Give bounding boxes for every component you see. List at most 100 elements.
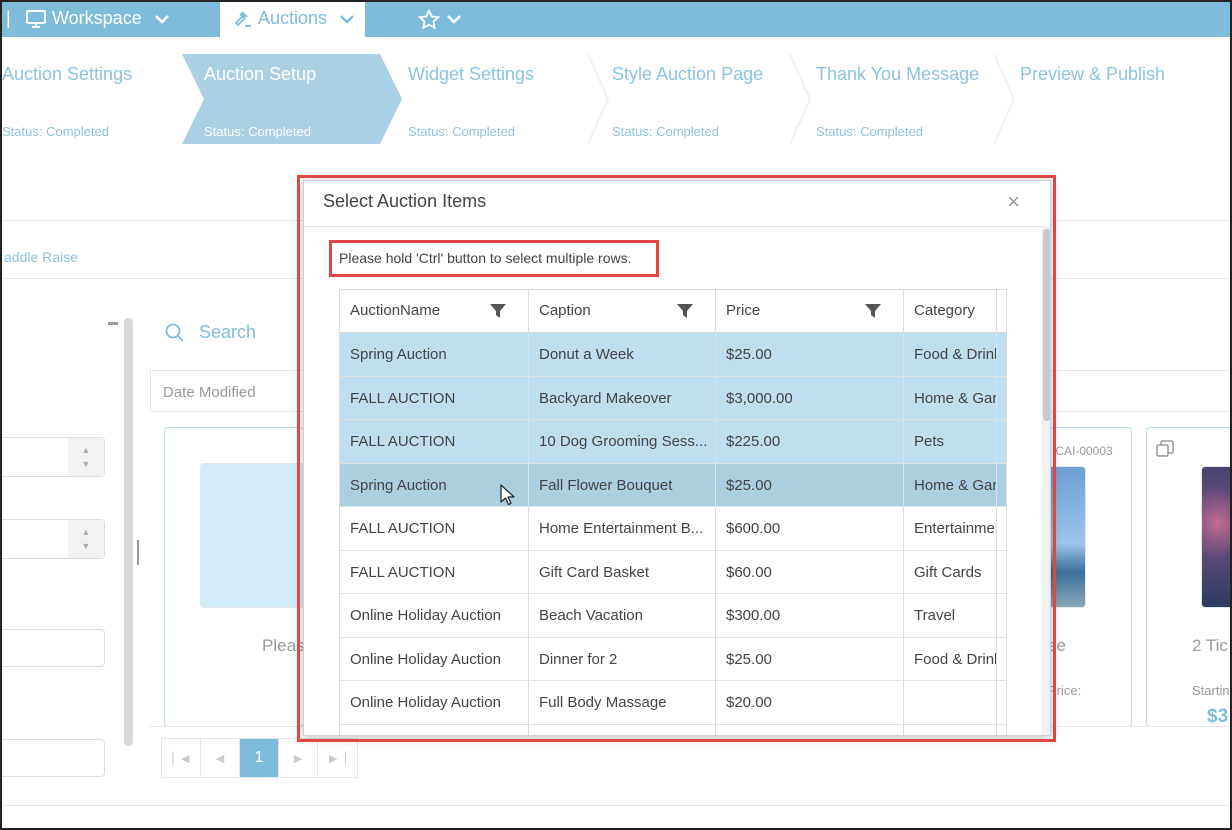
table-row[interactable]: FALL AUCTION Gift Card Basket $60.00 Gift C… [340, 550, 1006, 594]
filter-panel: ▲ ▼ ▲ ▼ [0, 300, 135, 777]
grid-cell-category: Entertainment [904, 507, 997, 550]
table-row[interactable]: Online Holiday Auction Full Body Massage $… [340, 681, 1006, 725]
item-image [200, 463, 310, 608]
step-status: Status: Completed [2, 124, 109, 139]
grid-cell-caption: Full Body Massage [529, 681, 716, 724]
nav-separator: | [6, 8, 11, 28]
panel-scrollbar[interactable] [124, 318, 133, 746]
table-row[interactable]: Spring Auction Fall Flower Bouquet $25.00 H… [340, 463, 1006, 507]
table-row[interactable]: FALL AUCTION Backyard Makeover $3,000.00 Ho… [340, 376, 1006, 420]
grid-cell-price: $300.00 [716, 594, 904, 637]
copy-icon[interactable] [1156, 440, 1174, 458]
auction-items-grid: AuctionName Caption Price Category Sprin… [339, 289, 1007, 735]
filter-icon[interactable] [865, 303, 881, 319]
table-row[interactable]: Spring Auction Donut a Week $25.00 Food & D… [340, 333, 1006, 377]
multi-select-note: Please hold 'Ctrl' button to select mult… [339, 250, 632, 266]
grid-cell-caption: Dinner for 2 [529, 637, 716, 680]
grid-cell-name: Spring Auction [340, 333, 529, 376]
search-label: Search [199, 322, 257, 342]
column-header-auctionname[interactable]: AuctionName [340, 290, 529, 333]
grid-cell-price: $225.00 [716, 420, 904, 463]
mouse-cursor-icon [500, 484, 515, 506]
workspace-menu[interactable]: Workspace [26, 0, 170, 37]
table-row[interactable]: Online Holiday Auction Beach Vacation $300… [340, 594, 1006, 638]
resize-handle[interactable] [137, 540, 139, 565]
item-card[interactable]: D: CAI-00003 se Price: [1040, 427, 1132, 727]
grid-cell-category: Travel [904, 594, 997, 637]
item-title: 2 Tic [1192, 636, 1228, 655]
sort-label: Date Modified [163, 384, 256, 401]
price-value: $3 [1207, 706, 1229, 727]
prev-page-button[interactable]: ◀ [201, 739, 240, 777]
item-card[interactable]: Pleas [164, 427, 310, 727]
step-status: Status: Completed [408, 124, 515, 139]
table-row[interactable]: Online Holiday Auction Dinner for 2 $25.00… [340, 637, 1006, 681]
item-image [1201, 466, 1232, 608]
select-auction-items-dialog: Select Auction Items × Please hold 'Ctrl… [303, 180, 1051, 736]
search-box[interactable]: Search [165, 322, 256, 343]
step-title: Thank You Message [816, 64, 980, 84]
step-auction-setup[interactable]: Auction Setup Status: Completed [182, 54, 402, 144]
dialog-title: Select Auction Items [323, 191, 487, 211]
last-page-button[interactable]: ▶▕ [318, 739, 357, 777]
spinner-arrows[interactable]: ▲ ▼ [68, 438, 104, 476]
dialog-scrollbar[interactable] [1042, 226, 1050, 735]
price-label: Startin [1192, 683, 1230, 698]
grid-cell-price: $25.00 [716, 333, 904, 376]
step-auction-settings[interactable]: Auction Settings Status: Completed [2, 54, 212, 144]
number-input[interactable]: ▲ ▼ [0, 519, 105, 559]
pagination: ▏◀ ◀ 1 ▶ ▶▕ [161, 738, 358, 778]
monitor-icon [26, 9, 46, 28]
step-title: Auction Settings [2, 64, 133, 84]
column-header-caption[interactable]: Caption [529, 290, 716, 333]
collapse-icon[interactable] [108, 322, 118, 325]
grid-cell-caption: Gift Card Basket [529, 550, 716, 593]
step-style-auction-page[interactable]: Style Auction Page Status: Completed [612, 54, 822, 144]
scrollbar-thumb[interactable] [1043, 229, 1050, 421]
text-input[interactable] [0, 739, 105, 777]
step-preview-publish[interactable]: Preview & Publish [1020, 54, 1230, 144]
table-row[interactable] [340, 724, 1006, 735]
grid-cell-name: FALL AUCTION [340, 376, 529, 419]
auctions-menu[interactable]: Auctions [220, 0, 365, 37]
page-button-current[interactable]: 1 [240, 739, 279, 777]
step-title: Preview & Publish [1020, 64, 1166, 84]
step-thank-you-message[interactable]: Thank You Message Status: Completed [816, 54, 1026, 144]
grid-cell-category: Food & Drink [904, 637, 997, 680]
step-status: Status: Completed [612, 124, 719, 139]
table-row[interactable]: FALL AUCTION Home Entertainment B... $600.… [340, 507, 1006, 551]
grid-cell-name: Online Holiday Auction [340, 681, 529, 724]
item-card[interactable]: 2 Tic Startin $3 [1146, 427, 1232, 727]
step-status: Status: Completed [816, 124, 923, 139]
step-widget-settings[interactable]: Widget Settings Status: Completed [408, 54, 618, 144]
filter-icon[interactable] [490, 303, 506, 319]
text-input[interactable] [0, 629, 105, 667]
table-row[interactable]: FALL AUCTION 10 Dog Grooming Sess... $225.… [340, 420, 1006, 464]
workspace-label: Workspace [52, 8, 142, 28]
first-page-button[interactable]: ▏◀ [162, 739, 201, 777]
item-image [1048, 466, 1086, 608]
price-label: Price: [1048, 683, 1082, 698]
close-icon[interactable]: × [1007, 189, 1020, 215]
grid-cell-category: Home & Garden [904, 463, 997, 506]
grid-cell-category [904, 681, 997, 724]
paddle-raise-link[interactable]: addle Raise [4, 249, 78, 265]
grid-cell-name: FALL AUCTION [340, 420, 529, 463]
divider [0, 805, 1232, 806]
grid-cell-caption: Beach Vacation [529, 594, 716, 637]
spinner-arrows[interactable]: ▲ ▼ [68, 520, 104, 558]
step-status: Status: Completed [204, 124, 311, 139]
favorites-menu[interactable] [418, 0, 462, 37]
step-title: Widget Settings [408, 64, 535, 84]
gavel-icon [234, 10, 251, 27]
number-input[interactable]: ▲ ▼ [0, 437, 105, 477]
column-header-category[interactable]: Category [904, 290, 997, 333]
next-page-button[interactable]: ▶ [279, 739, 318, 777]
step-title: Style Auction Page [612, 64, 764, 84]
grid-cell-price: $25.00 [716, 463, 904, 506]
grid-cell [716, 724, 904, 735]
column-header-price[interactable]: Price [716, 290, 904, 333]
grid-cell [529, 724, 716, 735]
grid-cell-category: Food & Drink [904, 333, 997, 376]
filter-icon[interactable] [677, 303, 693, 319]
